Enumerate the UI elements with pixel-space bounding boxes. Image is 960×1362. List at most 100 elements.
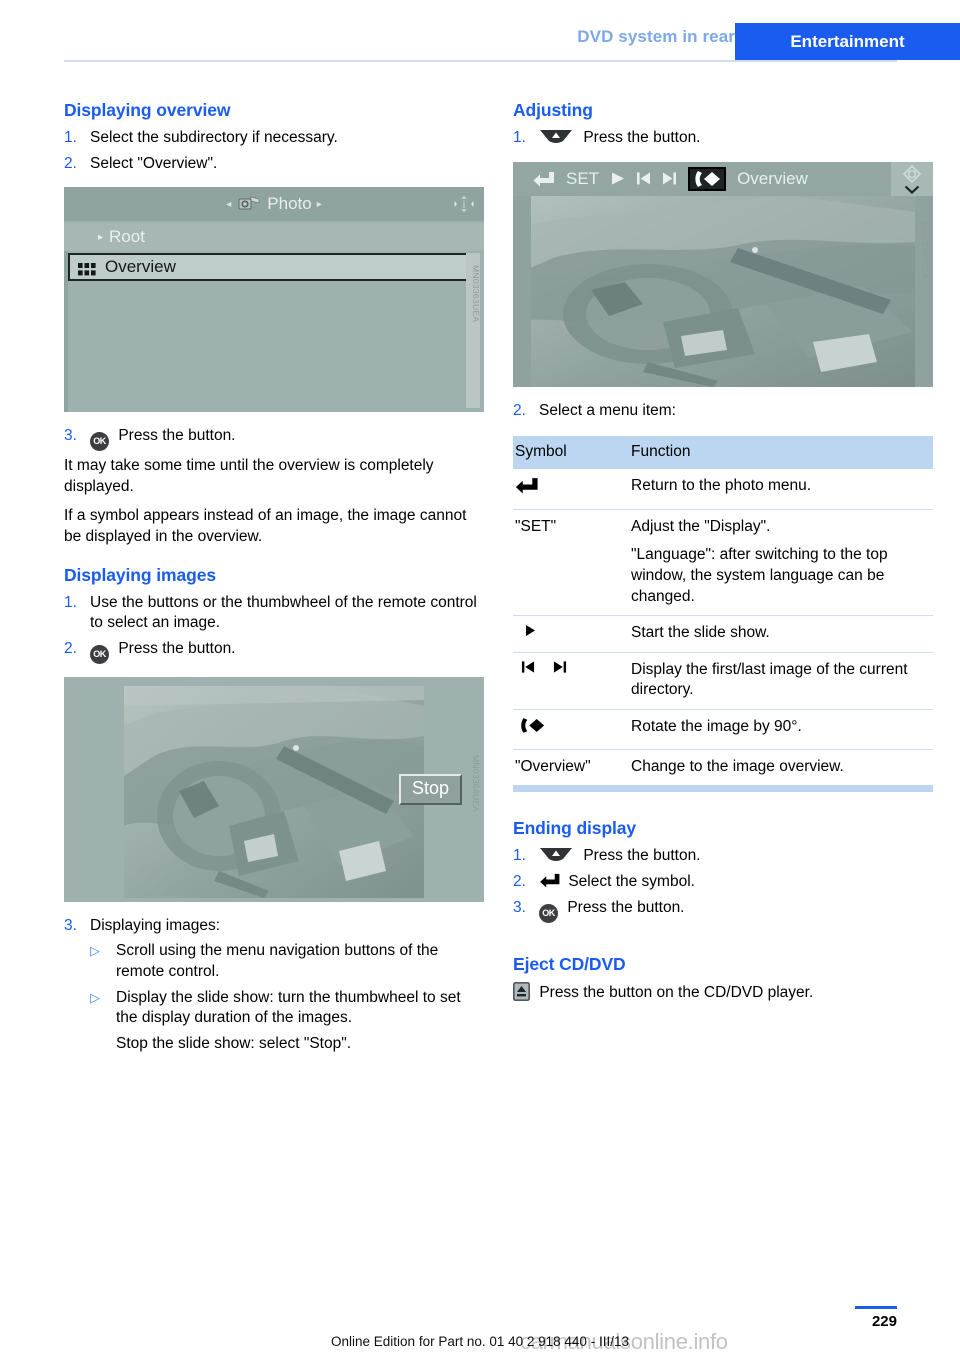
sub-step-text: Display the slide show: turn the thumbwh… [116, 988, 461, 1027]
step-select-image: 1. Use the buttons or the thumbwheel of … [64, 593, 484, 634]
function-table: Symbol Function Return to the photo menu… [513, 436, 933, 786]
last-image-icon[interactable] [662, 171, 677, 186]
step-displaying-images: 3. Displaying images: [64, 916, 484, 937]
cell-function: Rotate the image by 90°. [631, 709, 933, 750]
back-arrow-icon[interactable] [533, 170, 555, 187]
cell-function: Start the slide show. [631, 615, 933, 653]
step-press-ok-1: 3. OK Press the button. [64, 426, 484, 452]
ok-button-icon: OK [539, 903, 558, 923]
page-number: 229 [871, 1313, 897, 1330]
paragraph-overview-time: It may take some time until the overview… [64, 457, 434, 495]
heading-displaying-overview: Displaying overview [64, 100, 231, 120]
screenshot-image-with-stop: Stop MN03364UEA [64, 676, 484, 902]
column-header-symbol: Symbol [513, 436, 631, 470]
rotate-icon[interactable] [688, 166, 727, 191]
sub-step-scroll: ▷ Scroll using the menu navigation butto… [64, 941, 484, 982]
first-image-icon[interactable] [636, 171, 651, 186]
table-header-row: Symbol Function [513, 436, 933, 470]
list-item-root[interactable]: ▸ Root [64, 223, 484, 252]
cell-symbol [513, 709, 631, 750]
screen-nav-control[interactable] [891, 161, 933, 196]
ok-button-icon: OK [90, 432, 109, 452]
heading-eject-cd-dvd: Eject CD/DVD [513, 953, 626, 974]
cell-function: Display the first/last image of the curr… [631, 651, 933, 710]
cell-function: Return to the photo menu. [631, 477, 812, 495]
step-text: Press the button. [118, 639, 236, 657]
screenshot-adjusting-toolbar: SET Overview MN03365UEA [513, 161, 933, 387]
step-text: Press the button on the CD/DVD player. [539, 983, 814, 1001]
chevron-right-icon: ▸ [98, 231, 104, 243]
header-chapter-title: DVD system in rear [577, 27, 735, 46]
step-text: Select "Overview". [90, 154, 218, 172]
paragraph-symbol-note: If a symbol appears instead of an image,… [64, 507, 467, 546]
step-press-ok-2: 2. OK Press the button. [64, 639, 484, 664]
photo-thumbnail [124, 685, 424, 898]
cell-function-line2: "Language": after switching to the top w… [631, 546, 888, 605]
cell-symbol [513, 615, 631, 653]
prev-arrow-icon[interactable]: ◂ [226, 199, 231, 210]
step-number: 1. [64, 593, 77, 611]
step-number: 3. [64, 916, 77, 934]
table-row: Display the first/last image of the curr… [513, 651, 933, 710]
step-text: Displaying images: [90, 916, 221, 934]
svg-text:i: i [463, 200, 466, 211]
next-arrow-icon[interactable]: ▸ [317, 199, 322, 210]
first-image-icon [515, 660, 535, 681]
heading-ending-display: Ending display [513, 818, 637, 839]
step-end-press-menu: 1. Press the button. [513, 846, 933, 867]
step-text: Press the button. [583, 847, 701, 865]
triangle-bullet-icon: ▷ [90, 943, 100, 959]
table-row: Return to the photo menu. [513, 469, 933, 509]
step-number: 3. [64, 427, 77, 445]
step-text: Press the button. [583, 129, 701, 146]
cell-symbol [513, 651, 631, 710]
figure-code: MN03364UEA [471, 754, 481, 813]
stop-button[interactable]: Stop [398, 773, 462, 805]
sub-step-slideshow: ▷ Display the slide show: turn the thumb… [64, 988, 484, 1029]
step-text: Press the button. [567, 898, 685, 916]
heading-displaying-images: Displaying images [64, 564, 216, 585]
column-header-function: Function [631, 436, 933, 470]
screen-left-bar [513, 195, 531, 387]
triangle-bullet-icon: ▷ [90, 989, 100, 1005]
step-press-menu-button: 1. Press the button. [513, 128, 933, 149]
step-eject: Press the button on the CD/DVD player. [513, 981, 933, 1004]
footer-edition-text: Online Edition for Part no. 01 40 2 918 … [331, 1334, 629, 1349]
screenshot-photo-directory: ◂ Photo ▸ i ▸ Root Overview MN03363UEA [64, 187, 484, 413]
rotate-icon [515, 717, 545, 741]
list-item-overview-selected[interactable]: Overview [68, 253, 472, 282]
screen-content-area [68, 283, 472, 409]
step-end-press-ok: 3. OK Press the button. [513, 898, 933, 923]
chevron-down-icon [904, 185, 920, 195]
cell-function: Change to the image overview. [631, 748, 933, 786]
sub-step-stop-slideshow: Stop the slide show: select "Stop". [116, 1034, 352, 1052]
play-icon [515, 623, 536, 644]
step-text: Select a menu item: [539, 401, 676, 419]
sub-step-text: Scroll using the menu navigation buttons… [116, 942, 439, 981]
left-column: Displaying overview 1. Select the subdir… [64, 100, 484, 1064]
step-text: Select the subdirectory if necessary. [90, 129, 338, 146]
table-row: Start the slide show. [513, 615, 933, 653]
photo-thumbnail [513, 195, 933, 387]
info-icon[interactable]: i [453, 193, 475, 217]
cell-symbol: "SET" [513, 508, 631, 616]
screen-titlebar: ◂ Photo ▸ i [64, 187, 484, 222]
step-text: Use the buttons or the thumbwheel of the… [90, 593, 477, 632]
eject-button-icon [513, 981, 530, 1001]
navigation-diamond-icon [902, 164, 922, 184]
step-select-overview: 2. Select "Overview". [64, 154, 484, 175]
cell-function: Adjust the "Display". "Language": after … [631, 508, 933, 616]
overview-label[interactable]: Overview [737, 169, 808, 189]
menu-button-icon [539, 128, 573, 144]
list-item-label: Root [109, 227, 145, 247]
step-number: 2. [513, 872, 526, 890]
set-label[interactable]: SET [566, 169, 599, 189]
play-icon[interactable] [610, 171, 625, 186]
grid-icon [78, 261, 96, 276]
last-image-icon [539, 660, 567, 681]
step-number: 3. [513, 898, 526, 916]
table-bottom-band [513, 785, 933, 793]
menu-button-icon [539, 846, 573, 862]
step-number: 2. [64, 639, 77, 657]
heading-adjusting: Adjusting [513, 100, 593, 120]
